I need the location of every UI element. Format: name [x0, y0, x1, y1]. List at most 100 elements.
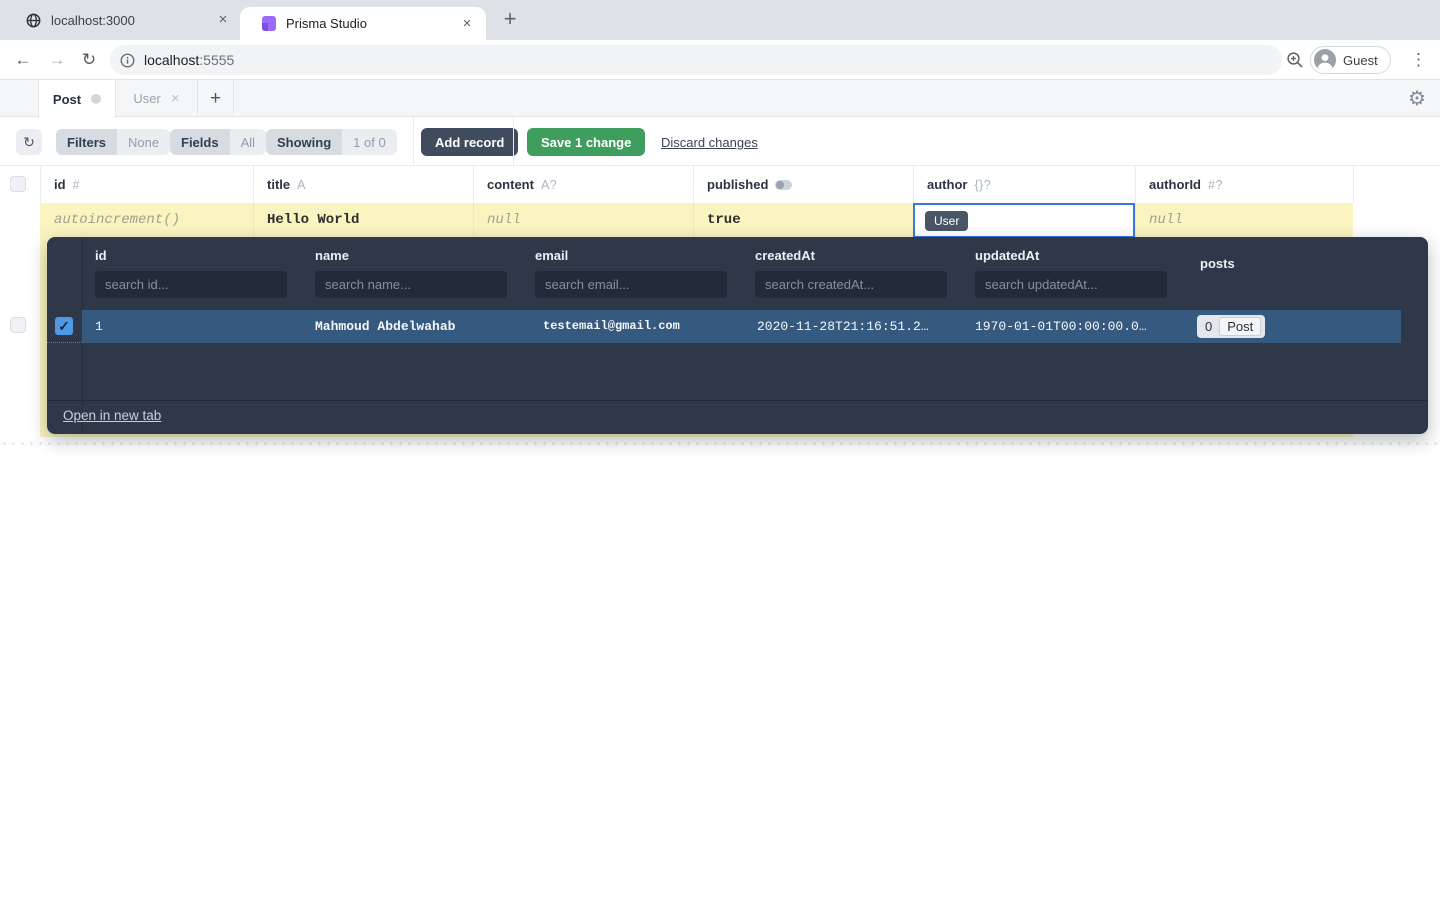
close-icon[interactable]: × — [214, 11, 232, 29]
search-updatedAt-input[interactable] — [975, 271, 1167, 298]
select-all-checkbox[interactable] — [10, 176, 26, 192]
browser-tab-title: localhost:3000 — [51, 13, 135, 28]
cell-published[interactable]: true — [707, 203, 741, 237]
filters-label: Filters — [56, 129, 117, 155]
row-id: 1 — [95, 310, 103, 343]
fields-control[interactable]: Fields All — [170, 129, 266, 155]
row-updatedAt: 1970-01-01T00:00:00.0… — [975, 310, 1147, 343]
posts-model-chip: Post — [1219, 317, 1261, 336]
avatar — [1314, 49, 1336, 71]
new-tab-button[interactable]: + — [496, 6, 524, 34]
column-name: authorId — [1149, 177, 1201, 192]
refresh-icon: ↻ — [23, 134, 35, 151]
browser-profile-button[interactable]: Guest — [1310, 46, 1391, 74]
table-bottom-edge — [0, 439, 1440, 446]
reload-icon[interactable]: ↻ — [76, 50, 102, 70]
panel-column-createdAt: createdAt — [755, 248, 815, 263]
cell-author-editing[interactable]: User — [913, 203, 1135, 238]
prisma-icon — [262, 16, 276, 31]
close-icon[interactable]: × — [458, 15, 476, 33]
int-optional-type-icon: #? — [1208, 178, 1223, 192]
column-name: title — [267, 177, 290, 192]
relation-row-selected[interactable]: 1 Mahmoud Abdelwahab testemail@gmail.com… — [82, 310, 1401, 343]
row-name: Mahmoud Abdelwahab — [315, 310, 455, 343]
panel-column-id: id — [95, 248, 107, 263]
search-name-input[interactable] — [315, 271, 507, 298]
row-email: testemail@gmail.com — [543, 310, 680, 343]
relation-selector-panel: id name email createdAt updatedAt posts … — [47, 237, 1428, 434]
browser-tab-strip: localhost:3000 × Prisma Studio × + — [0, 0, 1440, 40]
browser-tab-prisma-studio[interactable]: Prisma Studio × — [240, 7, 486, 40]
close-icon[interactable]: × — [171, 90, 180, 107]
search-email-input[interactable] — [535, 271, 727, 298]
panel-column-email: email — [535, 248, 568, 263]
globe-icon — [26, 13, 41, 28]
relation-badge[interactable]: User — [925, 211, 968, 231]
save-changes-button[interactable]: Save 1 change — [527, 128, 645, 156]
address-bar[interactable]: localhost :5555 — [110, 45, 1282, 75]
filters-value: None — [117, 129, 170, 155]
discard-changes-link[interactable]: Discard changes — [661, 135, 758, 150]
fields-value: All — [230, 129, 266, 155]
model-tab-user[interactable]: User × — [116, 80, 198, 117]
panel-footer-divider — [47, 400, 1428, 401]
info-icon[interactable] — [120, 53, 135, 68]
cell-content[interactable]: null — [487, 203, 521, 237]
filters-control[interactable]: Filters None — [56, 129, 170, 155]
toolbar-divider — [513, 117, 514, 166]
int-type-icon: # — [73, 178, 80, 192]
forward-icon[interactable]: → — [44, 50, 70, 70]
column-name: author — [927, 177, 967, 192]
cell-authorId[interactable]: null — [1149, 203, 1183, 237]
browser-tab-localhost-3000[interactable]: localhost:3000 × — [8, 0, 240, 40]
string-type-icon: A — [297, 178, 306, 192]
row-checkbox-checked[interactable]: ✓ — [55, 317, 73, 335]
search-createdAt-input[interactable] — [755, 271, 947, 298]
column-name: id — [54, 177, 66, 192]
column-header-id[interactable]: id # — [40, 166, 253, 203]
fields-label: Fields — [170, 129, 230, 155]
model-tab-post[interactable]: Post — [38, 80, 116, 118]
column-header-authorId[interactable]: authorId #? — [1135, 166, 1353, 203]
column-name: content — [487, 177, 534, 192]
column-name: published — [707, 177, 768, 192]
model-tab-label: User — [133, 91, 160, 106]
add-model-tab-button[interactable]: + — [198, 80, 234, 117]
plus-icon: + — [210, 88, 221, 110]
toolbar-divider — [413, 117, 414, 166]
url-host: localhost — [144, 52, 199, 68]
back-icon[interactable]: ← — [10, 50, 36, 70]
showing-value: 1 of 0 — [342, 129, 397, 155]
column-header-content[interactable]: content A? — [473, 166, 693, 203]
unsaved-changes-dot — [91, 94, 101, 104]
row-checkbox-cell: ✓ — [47, 310, 82, 343]
zoom-icon[interactable] — [1286, 51, 1304, 74]
column-header-published[interactable]: published — [693, 166, 913, 203]
cell-id[interactable]: autoincrement() — [54, 203, 180, 237]
object-optional-type-icon: {}? — [974, 178, 991, 192]
showing-label: Showing — [266, 129, 342, 155]
column-header-author[interactable]: author {}? — [913, 166, 1135, 203]
browser-menu-icon[interactable]: ⋮ — [1410, 50, 1427, 70]
column-header-title[interactable]: title A — [253, 166, 473, 203]
cell-title[interactable]: Hello World — [267, 203, 359, 237]
refresh-button[interactable]: ↻ — [16, 129, 42, 155]
add-record-button[interactable]: Add record — [421, 128, 518, 156]
string-optional-type-icon: A? — [541, 178, 557, 192]
model-tab-label: Post — [53, 92, 81, 107]
posts-count-badge[interactable]: 0 Post — [1197, 315, 1265, 338]
panel-column-updatedAt: updatedAt — [975, 248, 1039, 263]
row-checkbox[interactable] — [10, 317, 26, 333]
profile-name: Guest — [1343, 53, 1378, 68]
posts-count: 0 — [1205, 319, 1212, 334]
panel-column-posts: posts — [1200, 256, 1235, 271]
open-in-new-tab-link[interactable]: Open in new tab — [63, 408, 161, 423]
screen: localhost:3000 × Prisma Studio × + ← → ↻… — [0, 0, 1440, 900]
panel-column-name: name — [315, 248, 349, 263]
showing-control[interactable]: Showing 1 of 0 — [266, 129, 397, 155]
gear-icon[interactable]: ⚙ — [1408, 86, 1426, 111]
row-createdAt: 2020-11-28T21:16:51.2… — [757, 310, 929, 343]
search-id-input[interactable] — [95, 271, 287, 298]
boolean-type-icon — [775, 180, 792, 190]
browser-tab-title: Prisma Studio — [286, 16, 367, 31]
